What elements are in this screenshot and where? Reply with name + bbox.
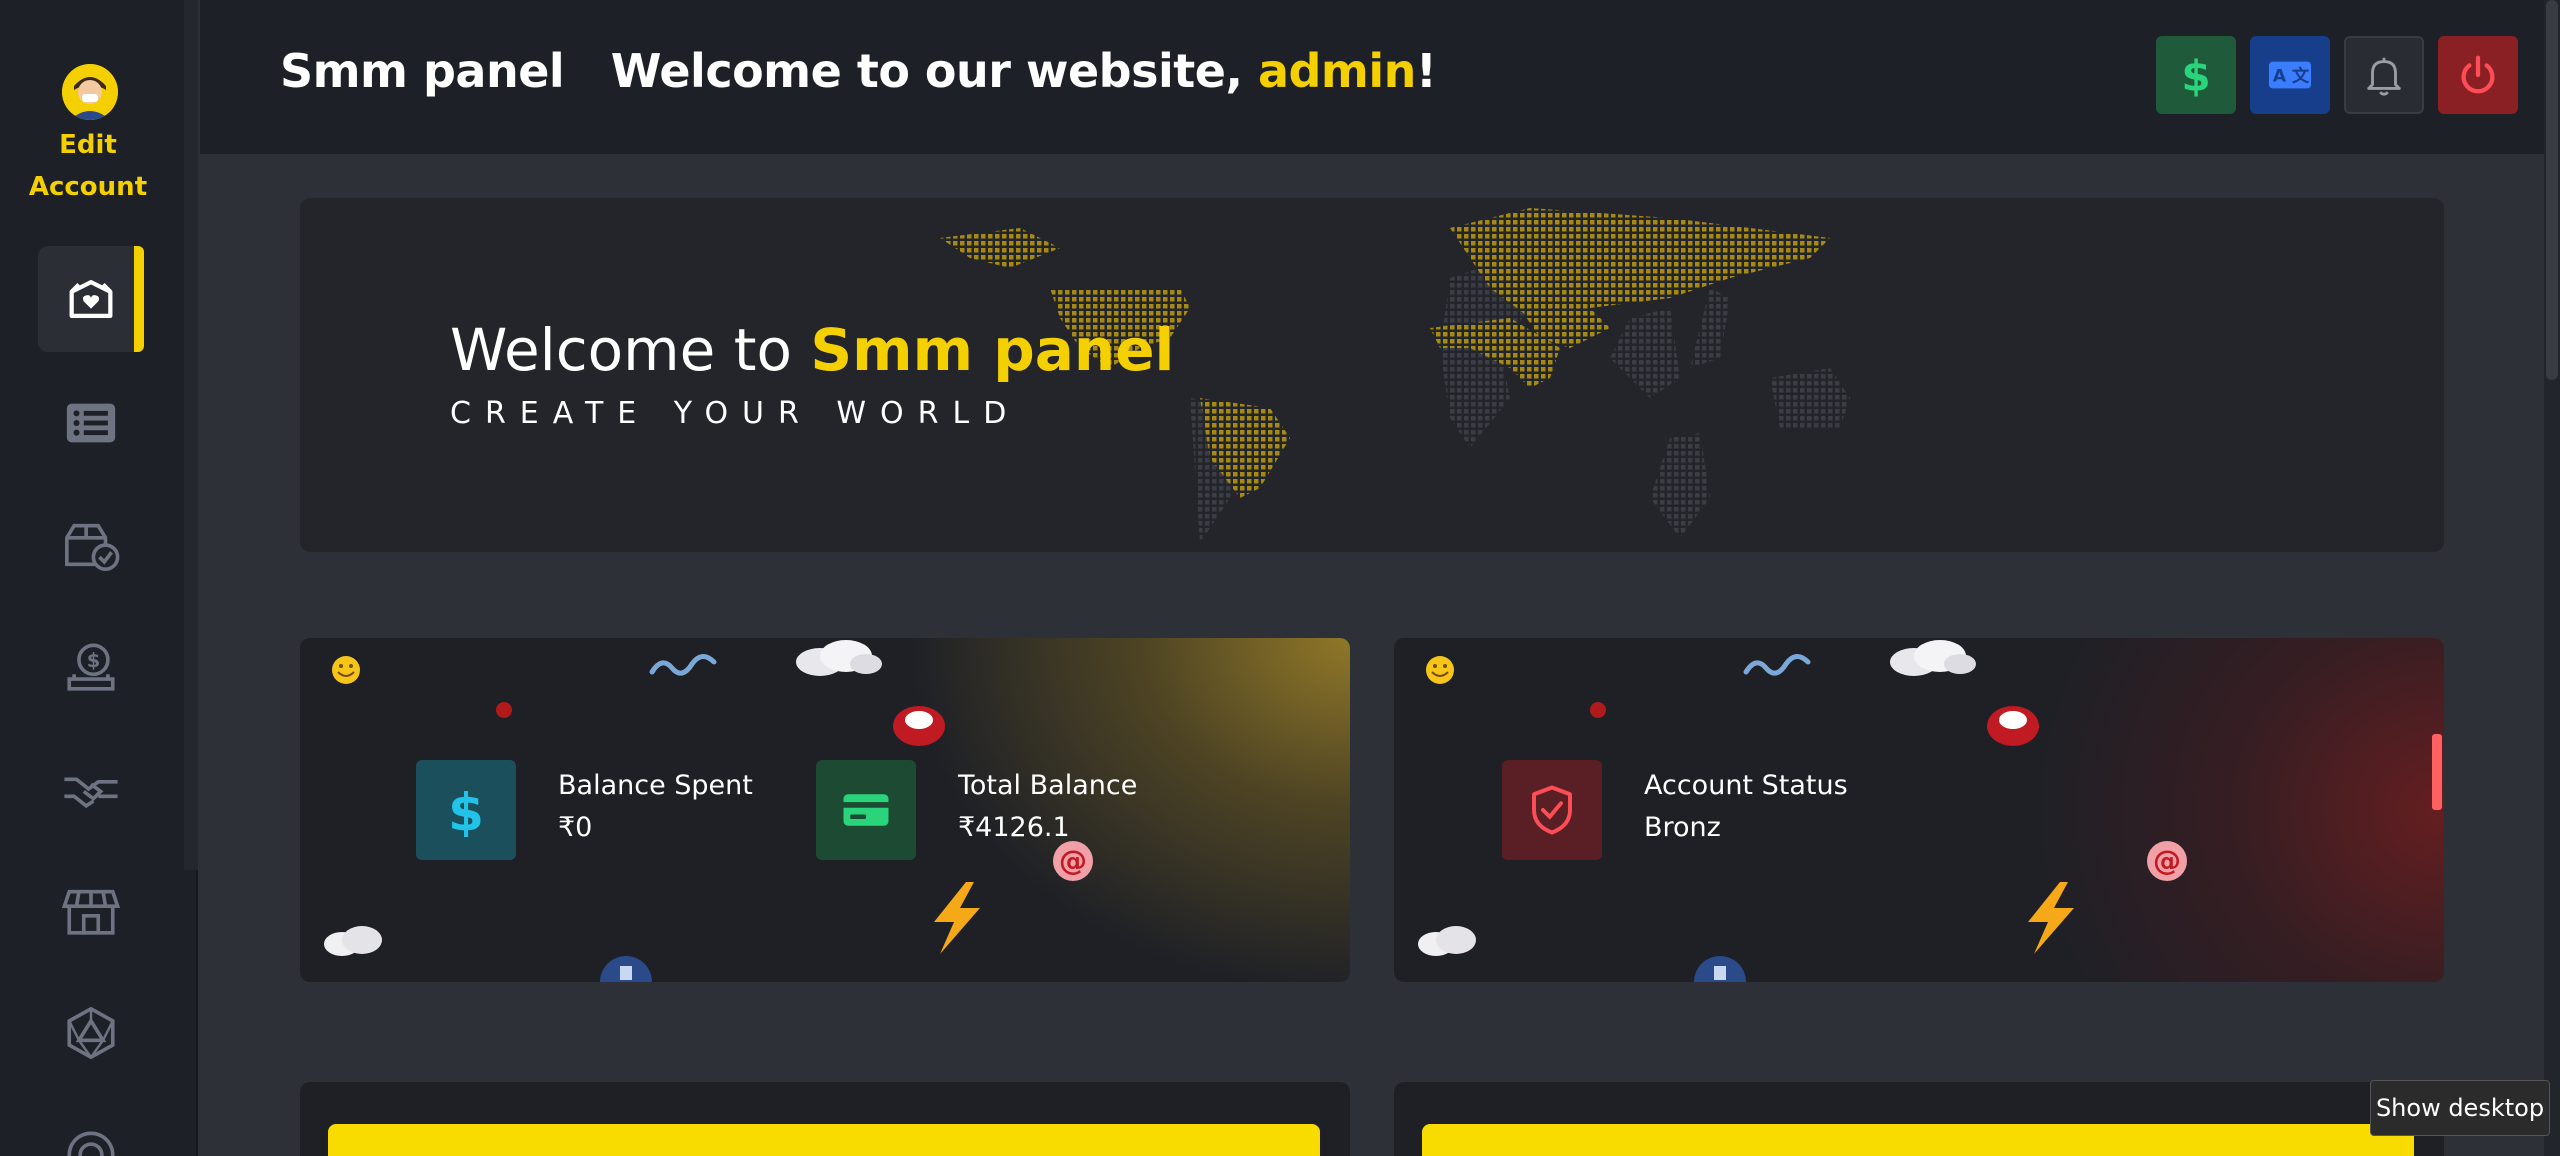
svg-text:$: $	[87, 649, 100, 672]
balance-card: @ $ Balance Spent ₹0 Total Balance ₹4126…	[300, 638, 1350, 982]
banner-subtitle: CREATE YOUR WORLD	[450, 396, 1021, 431]
brand-name: Smm panel	[280, 44, 565, 98]
bell-icon	[2367, 57, 2401, 96]
squiggle-decoration	[1743, 654, 1811, 676]
balance-button[interactable]: $	[2156, 36, 2236, 114]
at-sign-decoration: @	[2147, 841, 2187, 881]
emoji-decoration	[1987, 706, 2039, 746]
emoji-decoration	[893, 706, 945, 746]
yellow-header-bar	[1422, 1124, 2414, 1156]
at-sign-decoration: @	[1053, 841, 1093, 881]
svg-text:A: A	[2273, 67, 2287, 87]
welcome-banner: Welcome to Smm panel CREATE YOUR WORLD	[300, 198, 2444, 552]
dollar-icon: $	[2181, 52, 2210, 98]
show-desktop-tooltip: Show desktop	[2370, 1080, 2550, 1136]
box-check-icon	[65, 523, 120, 571]
sidebar-item-store[interactable]	[38, 858, 144, 964]
language-button[interactable]: A 文	[2250, 36, 2330, 114]
svg-text:文: 文	[2292, 66, 2310, 87]
account-status-value: Bronz	[1644, 812, 1721, 843]
credit-card-icon	[843, 794, 889, 826]
target-icon	[67, 1131, 115, 1156]
svg-text:$: $	[448, 783, 484, 837]
avatar[interactable]	[62, 64, 118, 120]
svg-text:$: $	[2181, 52, 2210, 98]
sidebar-item-affiliates[interactable]	[38, 736, 144, 842]
yellow-header-bar	[328, 1124, 1320, 1156]
total-balance-label: Total Balance	[958, 770, 1138, 801]
cloud-decoration	[1418, 926, 1476, 956]
account-status-label: Account Status	[1644, 770, 1848, 801]
bottom-card-right	[1394, 1082, 2444, 1156]
sidebar-scrollbar[interactable]	[184, 0, 198, 870]
top-header: Smm panel Welcome to our website, admin!…	[200, 0, 2544, 154]
page-title: Smm panel Welcome to our website, admin!	[280, 44, 1437, 98]
emoji-decoration	[1426, 656, 1454, 684]
username: admin	[1257, 44, 1416, 98]
lightning-decoration	[934, 882, 980, 954]
welcome-suffix: !	[1415, 44, 1437, 98]
emoji-decoration	[332, 656, 360, 684]
shield-check-icon	[1532, 785, 1572, 835]
welcome-text: Welcome to our website,	[610, 44, 1243, 98]
balance-spent-icon-box: $	[416, 760, 516, 860]
money-hand-icon: $	[67, 643, 115, 691]
sidebar-item-api[interactable]	[38, 980, 144, 1086]
banner-title: Welcome to Smm panel	[450, 316, 1174, 384]
sidebar-item-more[interactable]	[38, 1102, 144, 1156]
like-decoration	[600, 956, 652, 982]
sidebar-item-services[interactable]	[38, 370, 144, 476]
sidebar: Edit Account $	[0, 0, 198, 1156]
svg-text:@: @	[1059, 844, 1087, 877]
total-balance-value: ₹4126.1	[958, 812, 1070, 843]
dot-decoration	[1590, 702, 1606, 718]
edge-marker	[2432, 734, 2442, 810]
cloud-decoration	[1890, 640, 1976, 676]
handshake-icon	[64, 777, 118, 809]
balance-spent-label: Balance Spent	[558, 770, 753, 801]
dollar-icon: $	[448, 783, 484, 837]
sidebar-item-orders[interactable]	[38, 492, 144, 598]
cloud-decoration	[796, 640, 882, 676]
translate-icon: A 文	[2268, 61, 2312, 89]
banner-title-brand: Smm panel	[810, 316, 1175, 384]
total-balance-icon-box	[816, 760, 916, 860]
like-decoration	[1694, 956, 1746, 982]
account-status-icon-box	[1502, 760, 1602, 860]
page-scrollbar-thumb[interactable]	[2546, 0, 2558, 380]
store-icon	[62, 889, 120, 935]
edit-account-link[interactable]: Edit Account	[20, 124, 156, 208]
list-icon	[66, 403, 116, 443]
lightning-decoration	[2028, 882, 2074, 954]
box-heart-icon	[69, 279, 113, 319]
logout-button[interactable]	[2438, 36, 2518, 114]
account-status-card: @ Account Status Bronz	[1394, 638, 2444, 982]
squiggle-decoration	[649, 654, 717, 676]
cloud-decoration	[324, 926, 382, 956]
active-indicator	[134, 246, 144, 352]
balance-spent-value: ₹0	[558, 812, 593, 843]
bottom-card-left	[300, 1082, 1350, 1156]
notifications-button[interactable]	[2344, 36, 2424, 114]
svg-text:@: @	[2153, 844, 2181, 877]
polyhedron-icon	[67, 1006, 115, 1060]
sidebar-item-add-funds[interactable]: $	[38, 614, 144, 720]
sidebar-item-new-order[interactable]	[38, 246, 144, 352]
dot-decoration	[496, 702, 512, 718]
power-icon	[2461, 55, 2495, 94]
banner-title-prefix: Welcome to	[450, 316, 792, 384]
